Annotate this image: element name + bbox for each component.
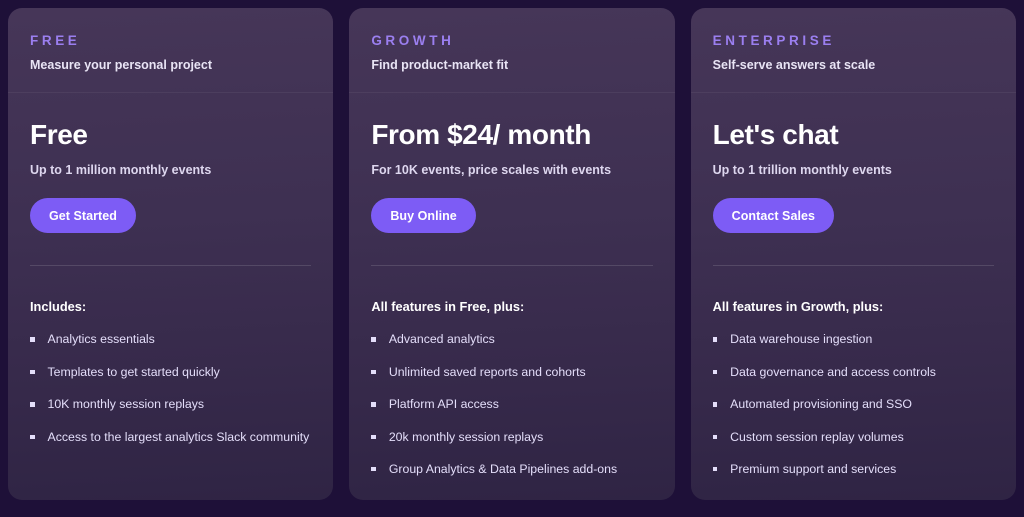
plan-price-subtext: Up to 1 trillion monthly events — [712, 162, 892, 177]
feature-label: Advanced analytics — [388, 332, 495, 347]
list-item: Automated provisioning and SSO — [712, 397, 994, 412]
features-heading: All features in Growth, plus: — [712, 299, 884, 315]
list-item: Advanced analytics — [371, 332, 652, 347]
feature-label: 20k monthly session replays — [388, 429, 544, 444]
bullet-square-icon — [30, 369, 35, 375]
list-item: Custom session replay volumes — [712, 429, 994, 445]
plan-price-subtext: For 10K events, price scales with events — [371, 162, 612, 177]
features-heading: All features in Free, plus: — [371, 299, 525, 315]
list-item: Unlimited saved reports and cohorts — [371, 365, 652, 380]
features-divider — [712, 265, 994, 267]
buy-online-button[interactable]: Buy Online — [371, 198, 476, 234]
bullet-square-icon — [371, 337, 376, 342]
plan-tier-label: ENTERPRISE — [712, 33, 835, 48]
plan-price-subtext: Up to 1 million monthly events — [30, 162, 212, 177]
feature-label: Premium support and services — [730, 461, 897, 476]
plan-tier-label: FREE — [30, 33, 81, 48]
feature-label: Platform API access — [388, 397, 499, 412]
feature-label: Unlimited saved reports and cohorts — [388, 364, 586, 379]
feature-label: Group Analytics & Data Pipelines add-ons — [388, 461, 618, 476]
plan-price-block: From $24/ month For 10K events, price sc… — [371, 93, 652, 178]
bullet-square-icon — [30, 434, 35, 439]
feature-label: Analytics essentials — [47, 332, 155, 347]
plan-tagline: Self-serve answers at scale — [712, 57, 876, 72]
get-started-button[interactable]: Get Started — [30, 198, 136, 234]
plan-tier-label: GROWTH — [371, 33, 455, 48]
plan-card-free: FREE Measure your personal project Free … — [8, 8, 334, 500]
list-item: Data governance and access controls — [712, 364, 994, 380]
plan-price-heading: Free — [30, 119, 88, 151]
list-item: Platform API access — [371, 397, 652, 412]
list-item: Access to the largest analytics Slack co… — [30, 430, 311, 445]
bullet-square-icon — [371, 369, 376, 375]
contact-sales-button[interactable]: Contact Sales — [712, 198, 834, 234]
bullet-square-icon — [30, 402, 35, 407]
bullet-square-icon — [712, 337, 718, 342]
list-item: Premium support and services — [712, 461, 994, 477]
pricing-plans-grid: FREE Measure your personal project Free … — [0, 0, 1024, 517]
plan-tagline: Measure your personal project — [30, 57, 213, 72]
features-heading: Includes: — [30, 299, 87, 315]
bullet-square-icon — [712, 369, 718, 375]
bullet-square-icon — [371, 434, 376, 439]
plan-price-heading: Let's chat — [712, 119, 839, 151]
feature-label: Data warehouse ingestion — [730, 332, 873, 347]
feature-label: Data governance and access controls — [730, 364, 936, 379]
plan-price-block: Let's chat Up to 1 trillion monthly even… — [713, 93, 994, 178]
bullet-square-icon — [712, 434, 718, 439]
plan-card-growth: GROWTH Find product-market fit From $24/… — [349, 8, 675, 500]
list-item: Analytics essentials — [30, 332, 311, 347]
list-item: Data warehouse ingestion — [712, 332, 994, 347]
bullet-square-icon — [30, 337, 35, 342]
feature-label: Templates to get started quickly — [47, 364, 220, 379]
features-list: Analytics essentials Templates to get st… — [30, 332, 311, 444]
list-item: Templates to get started quickly — [30, 365, 311, 380]
features-list: Data warehouse ingestion Data governance… — [712, 332, 994, 477]
features-divider — [371, 265, 653, 267]
feature-label: Custom session replay volumes — [730, 429, 904, 444]
bullet-square-icon — [371, 402, 376, 407]
plan-price-heading: From $24/ month — [371, 119, 591, 151]
features-list: Advanced analytics Unlimited saved repor… — [371, 332, 652, 477]
features-divider — [30, 265, 312, 267]
plan-price-block: Free Up to 1 million monthly events — [30, 93, 311, 178]
plan-card-enterprise: ENTERPRISE Self-serve answers at scale L… — [690, 8, 1016, 500]
plan-tagline: Find product-market fit — [371, 57, 509, 72]
bullet-square-icon — [712, 402, 718, 407]
list-item: 20k monthly session replays — [371, 430, 652, 445]
list-item: 10K monthly session replays — [30, 397, 311, 412]
feature-label: Access to the largest analytics Slack co… — [47, 429, 310, 444]
feature-label: Automated provisioning and SSO — [730, 397, 912, 412]
bullet-square-icon — [371, 466, 376, 472]
list-item: Group Analytics & Data Pipelines add-ons — [371, 462, 652, 477]
feature-label: 10K monthly session replays — [47, 397, 205, 412]
bullet-square-icon — [712, 466, 718, 472]
